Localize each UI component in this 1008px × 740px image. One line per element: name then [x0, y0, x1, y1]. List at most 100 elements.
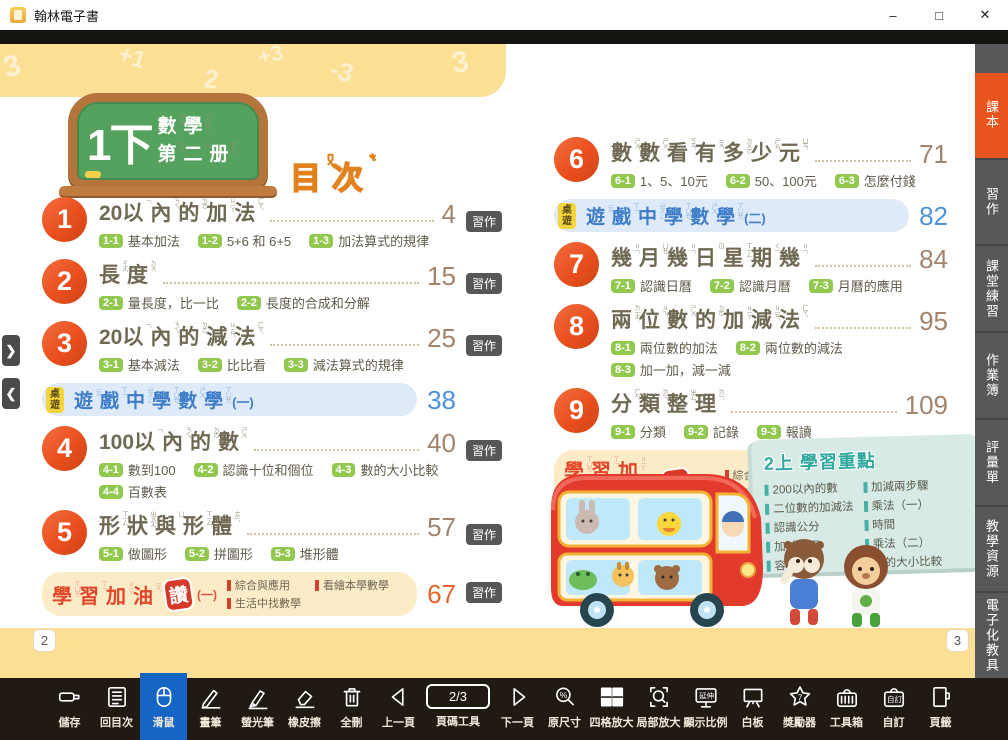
- title-char: 中ㄓㄨㄥ: [126, 386, 152, 413]
- boost-pill[interactable]: 學ㄒㄩㄝˊ習ㄒㄧˊ加ㄐㄧㄚ油ㄧㄡˊ讚(一)綜合與應用生活中找數學看繪本學數學: [42, 572, 417, 616]
- section-chip[interactable]: 5-2拼圖形: [185, 544, 253, 563]
- toolbar-prev-page-button[interactable]: 上一頁: [375, 678, 422, 740]
- section-chip[interactable]: 4-3數的大小比較: [332, 460, 439, 479]
- sidebar-tab-textbook[interactable]: 課本: [975, 73, 1008, 158]
- toolbar-four-grid-zoom-button[interactable]: 四格放大: [588, 678, 635, 740]
- chapter-page-number[interactable]: 4: [442, 201, 456, 227]
- toolbar-page-tool-button[interactable]: 2/3頁碼工具: [422, 678, 494, 740]
- toolbar-partial-zoom-button[interactable]: 局部放大: [635, 678, 682, 740]
- workbook-badge[interactable]: 習作: [466, 335, 502, 356]
- chapter-title[interactable]: 數ㄕㄨˇ數ㄕㄨˋ看ㄎㄢˋ有ㄧㄡˇ多ㄉㄨㄛ少ㄕㄠˇ元ㄩㄢˊ: [611, 137, 807, 167]
- toolbar-page-tab-button[interactable]: 頁籤: [917, 678, 964, 740]
- section-chip[interactable]: 9-2記錄: [684, 422, 739, 441]
- game-pill[interactable]: 桌 遊遊ㄧㄡˊ戲ㄒㄧˋ中ㄓㄨㄥ學ㄒㄩㄝˊ數ㄕㄨˋ學ㄒㄩㄝˊ(二): [554, 199, 909, 232]
- nav-forward-button[interactable]: ❯: [2, 335, 20, 366]
- section-chip[interactable]: 9-1分類: [611, 422, 666, 441]
- learning-point-item: 200以內的數: [764, 479, 853, 497]
- section-chip[interactable]: 3-2比比看: [198, 355, 266, 374]
- toolbar-toolbox-button[interactable]: 工具箱: [823, 678, 870, 740]
- toolbar-pen-button[interactable]: 畫筆: [187, 678, 234, 740]
- section-chip[interactable]: 2-2長度的合成和分解: [237, 293, 370, 312]
- section-chip[interactable]: 1-25+6 和 6+5: [198, 231, 291, 250]
- chapter-title[interactable]: 長ㄔㄤˊ度ㄉㄨˋ: [99, 259, 155, 289]
- chapter-title[interactable]: 20 以ㄧˇ內ㄋㄟˋ的ㄉㄜ˙減ㄐㄧㄢˇ法ㄈㄚˇ: [99, 321, 262, 351]
- section-chip[interactable]: 1-1基本加法: [99, 231, 180, 250]
- boost-page-number[interactable]: 67: [427, 581, 456, 607]
- chapter-title-line[interactable]: 20 以ㄧˇ內ㄋㄟˋ的ㄉㄜ˙減ㄐㄧㄢˇ法ㄈㄚˇ 25: [99, 321, 456, 351]
- chapter-title[interactable]: 形ㄒㄧㄥˊ狀ㄓㄨㄤˋ與ㄩˇ形ㄒㄧㄥˊ體ㄊㄧˇ: [99, 510, 239, 540]
- chapter-row: 6數ㄕㄨˇ數ㄕㄨˋ看ㄎㄢˋ有ㄧㄡˇ多ㄉㄨㄛ少ㄕㄠˇ元ㄩㄢˊ716-11、5、10…: [554, 137, 948, 190]
- section-chip[interactable]: 8-1兩位數的加法: [611, 338, 718, 357]
- chapter-title-line[interactable]: 兩ㄌㄧㄤˇ位ㄨㄟˋ數ㄕㄨˋ的ㄉㄜ˙加ㄐㄧㄚ減ㄐㄧㄢˇ法ㄈㄚˇ 95: [611, 304, 948, 334]
- chapter-page-number[interactable]: 84: [919, 246, 948, 272]
- chapter-page-number[interactable]: 71: [919, 141, 948, 167]
- workbook-badge[interactable]: 習作: [466, 524, 502, 545]
- sidebar-tab-teaching-resources[interactable]: 教學資源: [975, 505, 1008, 592]
- section-chip[interactable]: 7-2認識月曆: [710, 276, 791, 295]
- toolbar-eraser-button[interactable]: 橡皮擦: [281, 678, 328, 740]
- section-chip[interactable]: 8-3加一加，減一減: [611, 360, 731, 379]
- game-page-number[interactable]: 82: [919, 203, 948, 229]
- toolbar-custom-button[interactable]: 自訂自訂: [870, 678, 917, 740]
- chapter-title[interactable]: 20 以ㄧˇ內ㄋㄟˋ的ㄉㄜ˙加ㄐㄧㄚ法ㄈㄚˇ: [99, 197, 262, 227]
- chapter-title-line[interactable]: 100 以ㄧˇ內ㄋㄟˋ的ㄉㄜ˙數ㄕㄨˋ 40: [99, 426, 456, 456]
- toolbar-save-button[interactable]: 儲存: [46, 678, 93, 740]
- minimize-button[interactable]: –: [870, 0, 916, 30]
- section-chip[interactable]: 1-3加法算式的規律: [309, 231, 429, 250]
- section-chip[interactable]: 6-11、5、10元: [611, 171, 708, 190]
- sidebar-tab-workbook[interactable]: 習作: [975, 158, 1008, 245]
- chapter-title-line[interactable]: 數ㄕㄨˇ數ㄕㄨˋ看ㄎㄢˋ有ㄧㄡˇ多ㄉㄨㄛ少ㄕㄠˇ元ㄩㄢˊ 71: [611, 137, 948, 167]
- chapter-title[interactable]: 兩ㄌㄧㄤˇ位ㄨㄟˋ數ㄕㄨˋ的ㄉㄜ˙加ㄐㄧㄚ減ㄐㄧㄢˇ法ㄈㄚˇ: [611, 304, 807, 334]
- section-chip[interactable]: 6-250、100元: [726, 171, 817, 190]
- workbook-badge[interactable]: 習作: [466, 211, 502, 232]
- section-chip[interactable]: 3-3減法算式的規律: [284, 355, 404, 374]
- section-chip[interactable]: 4-1數到100: [99, 460, 176, 479]
- toolbar-original-size-button[interactable]: %原尺寸: [541, 678, 588, 740]
- toolbar-reward-button[interactable]: 7獎勵器: [776, 678, 823, 740]
- chapter-page-number[interactable]: 57: [427, 514, 456, 540]
- close-button[interactable]: ✕: [962, 0, 1008, 30]
- toolbar-highlighter-button[interactable]: 螢光筆: [234, 678, 281, 740]
- game-pill[interactable]: 桌 遊遊ㄧㄡˊ戲ㄒㄧˋ中ㄓㄨㄥ學ㄒㄩㄝˊ數ㄕㄨˋ學ㄒㄩㄝˊ(一): [42, 383, 417, 416]
- chapter-title[interactable]: 100 以ㄧˇ內ㄋㄟˋ的ㄉㄜ˙數ㄕㄨˋ: [99, 426, 246, 456]
- chapter-page-number[interactable]: 95: [919, 308, 948, 334]
- chapter-title[interactable]: 幾ㄐㄧˇ月ㄩㄝˋ幾ㄐㄧˇ日ㄖˋ星ㄒㄧㄥ期ㄑㄧˊ幾ㄐㄧˇ: [611, 242, 807, 272]
- toolbar-next-page-button[interactable]: 下一頁: [494, 678, 541, 740]
- chapter-title-line[interactable]: 形ㄒㄧㄥˊ狀ㄓㄨㄤˋ與ㄩˇ形ㄒㄧㄥˊ體ㄊㄧˇ 57: [99, 510, 456, 540]
- workbook-badge[interactable]: 習作: [466, 582, 502, 603]
- chapter-title-line[interactable]: 分ㄈㄣ類ㄌㄟˋ整ㄓㄥˇ理ㄌㄧˇ 109: [611, 388, 948, 418]
- nav-back-button[interactable]: ❮: [2, 378, 20, 409]
- maximize-button[interactable]: □: [916, 0, 962, 30]
- sidebar-tab-e-teaching-tools[interactable]: 電子化教具: [975, 591, 1008, 678]
- section-chip[interactable]: 2-1量長度，比一比: [99, 293, 219, 312]
- section-chip[interactable]: 4-4百數表: [99, 482, 167, 501]
- sidebar-tab-homework-book[interactable]: 作業簿: [975, 331, 1008, 418]
- section-chip[interactable]: 4-2認識十位和個位: [194, 460, 314, 479]
- sidebar-tab-class-practice[interactable]: 課堂練習: [975, 244, 1008, 331]
- section-chip[interactable]: 6-3怎麼付錢: [835, 171, 916, 190]
- toolbar-whiteboard-button[interactable]: 白板: [729, 678, 776, 740]
- workbook-badge[interactable]: 習作: [466, 440, 502, 461]
- chapter-title-line[interactable]: 幾ㄐㄧˇ月ㄩㄝˋ幾ㄐㄧˇ日ㄖˋ星ㄒㄧㄥ期ㄑㄧˊ幾ㄐㄧˇ 84: [611, 242, 948, 272]
- toolbar-display-ratio-button[interactable]: 延伸顯示比例: [682, 678, 729, 740]
- section-chip[interactable]: 5-3堆形體: [271, 544, 339, 563]
- section-chip[interactable]: 8-2兩位數的減法: [736, 338, 843, 357]
- chapter-title-line[interactable]: 20 以ㄧˇ內ㄋㄟˋ的ㄉㄜ˙加ㄐㄧㄚ法ㄈㄚˇ 4: [99, 197, 456, 227]
- chapter-page-number[interactable]: 15: [427, 263, 456, 289]
- section-chip[interactable]: 3-1基本減法: [99, 355, 180, 374]
- chapter-page-number[interactable]: 109: [905, 392, 948, 418]
- chapter-page-number[interactable]: 25: [427, 325, 456, 351]
- sidebar-tab-assessment[interactable]: 評量單: [975, 418, 1008, 505]
- section-chip[interactable]: 7-3月曆的應用: [809, 276, 903, 295]
- section-chip[interactable]: 5-1做圖形: [99, 544, 167, 563]
- game-page-number[interactable]: 38: [427, 387, 456, 413]
- workbook-badge[interactable]: 習作: [466, 273, 502, 294]
- chapter-page-number[interactable]: 40: [427, 430, 456, 456]
- toolbar-mouse-button[interactable]: 滑鼠: [140, 673, 187, 740]
- section-chip[interactable]: 7-1認識日曆: [611, 276, 692, 295]
- toolbar-back-to-toc-button[interactable]: 回目次: [93, 678, 140, 740]
- chapter-title[interactable]: 分ㄈㄣ類ㄌㄟˋ整ㄓㄥˇ理ㄌㄧˇ: [611, 388, 723, 418]
- toolbar-clear-all-button[interactable]: 全刪: [328, 678, 375, 740]
- page-indicator[interactable]: 2/3: [426, 684, 490, 709]
- chapter-title-line[interactable]: 長ㄔㄤˊ度ㄉㄨˋ 15: [99, 259, 456, 289]
